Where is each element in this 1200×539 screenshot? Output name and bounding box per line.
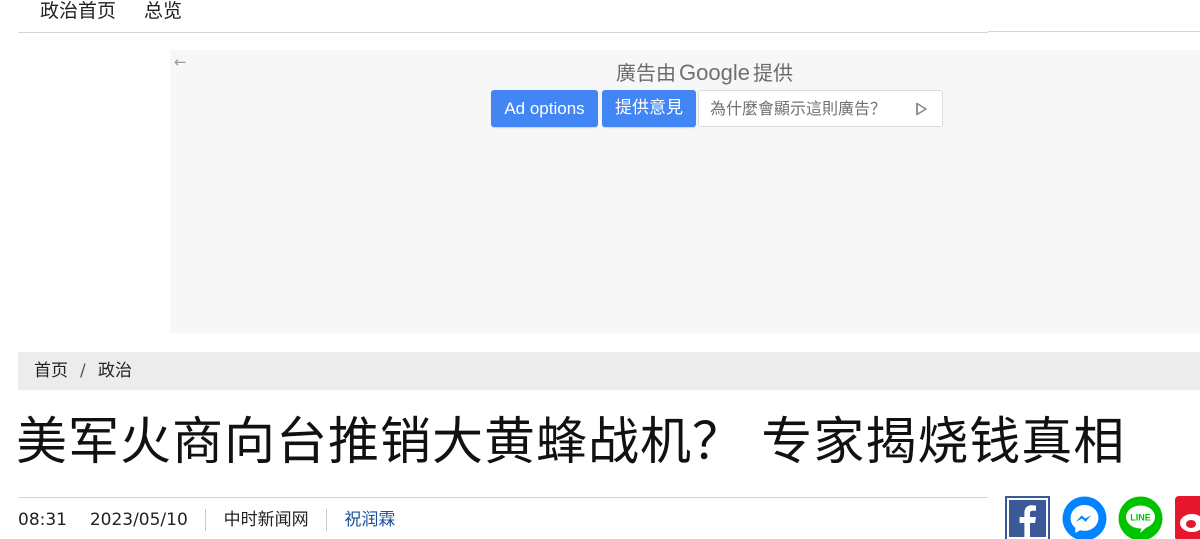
meta-separator bbox=[205, 509, 207, 531]
why-this-ad-label: 為什麼會顯示這則廣告？ bbox=[710, 99, 887, 118]
messenger-icon[interactable] bbox=[1062, 496, 1107, 539]
ad-container: ← 廣告由 Google 提供 Ad options 提供意見 為什麼會顯示這則廣告… bbox=[170, 50, 1200, 333]
top-nav: 政治首页 总览 bbox=[18, 0, 988, 33]
why-this-ad-button[interactable]: 為什麼會顯示這則廣告？ bbox=[698, 90, 943, 127]
nav-overview-link[interactable]: 总览 bbox=[144, 0, 182, 22]
ad-options-button[interactable]: Ad options bbox=[491, 90, 598, 127]
breadcrumb: 首页 / 政治 bbox=[18, 352, 1200, 390]
ad-feedback-button[interactable]: 提供意見 bbox=[602, 90, 696, 127]
back-arrow-icon[interactable]: ← bbox=[174, 53, 187, 71]
breadcrumb-home[interactable]: 首页 bbox=[34, 352, 68, 390]
publish-date: 2023/05/10 bbox=[89, 510, 188, 530]
breadcrumb-politics[interactable]: 政治 bbox=[98, 352, 132, 390]
publish-time: 08:31 bbox=[18, 510, 67, 530]
author-link[interactable]: 祝润霖 bbox=[344, 508, 395, 532]
google-brand: Google bbox=[679, 60, 750, 85]
article-meta: 08:31 2023/05/10 中时新闻网 祝润霖 bbox=[18, 508, 395, 532]
article-source: 中时新闻网 bbox=[223, 510, 309, 530]
nav-politics-home-link[interactable]: 政治首页 bbox=[40, 0, 116, 22]
nav-divider bbox=[988, 31, 1200, 32]
article-title: 美军火商向台推销大黄蜂战机？ 专家揭烧钱真相 bbox=[16, 413, 1126, 472]
article-page: 政治首页 总览 ← 廣告由 Google 提供 Ad options 提供意見 為什… bbox=[0, 0, 1200, 539]
line-icon[interactable]: LINE bbox=[1118, 496, 1163, 539]
weibo-icon[interactable] bbox=[1175, 496, 1200, 539]
line-icon-text: LINE bbox=[1130, 513, 1151, 523]
breadcrumb-separator: / bbox=[80, 361, 86, 381]
ad-provided-prefix: 廣告由 bbox=[616, 61, 676, 85]
meta-separator bbox=[326, 509, 328, 531]
ad-provided-by: 廣告由 Google 提供 bbox=[616, 57, 793, 86]
meta-divider-line bbox=[18, 497, 988, 498]
adchoices-play-icon bbox=[916, 102, 927, 116]
facebook-icon[interactable] bbox=[1005, 496, 1050, 539]
ad-provided-suffix: 提供 bbox=[752, 61, 793, 85]
